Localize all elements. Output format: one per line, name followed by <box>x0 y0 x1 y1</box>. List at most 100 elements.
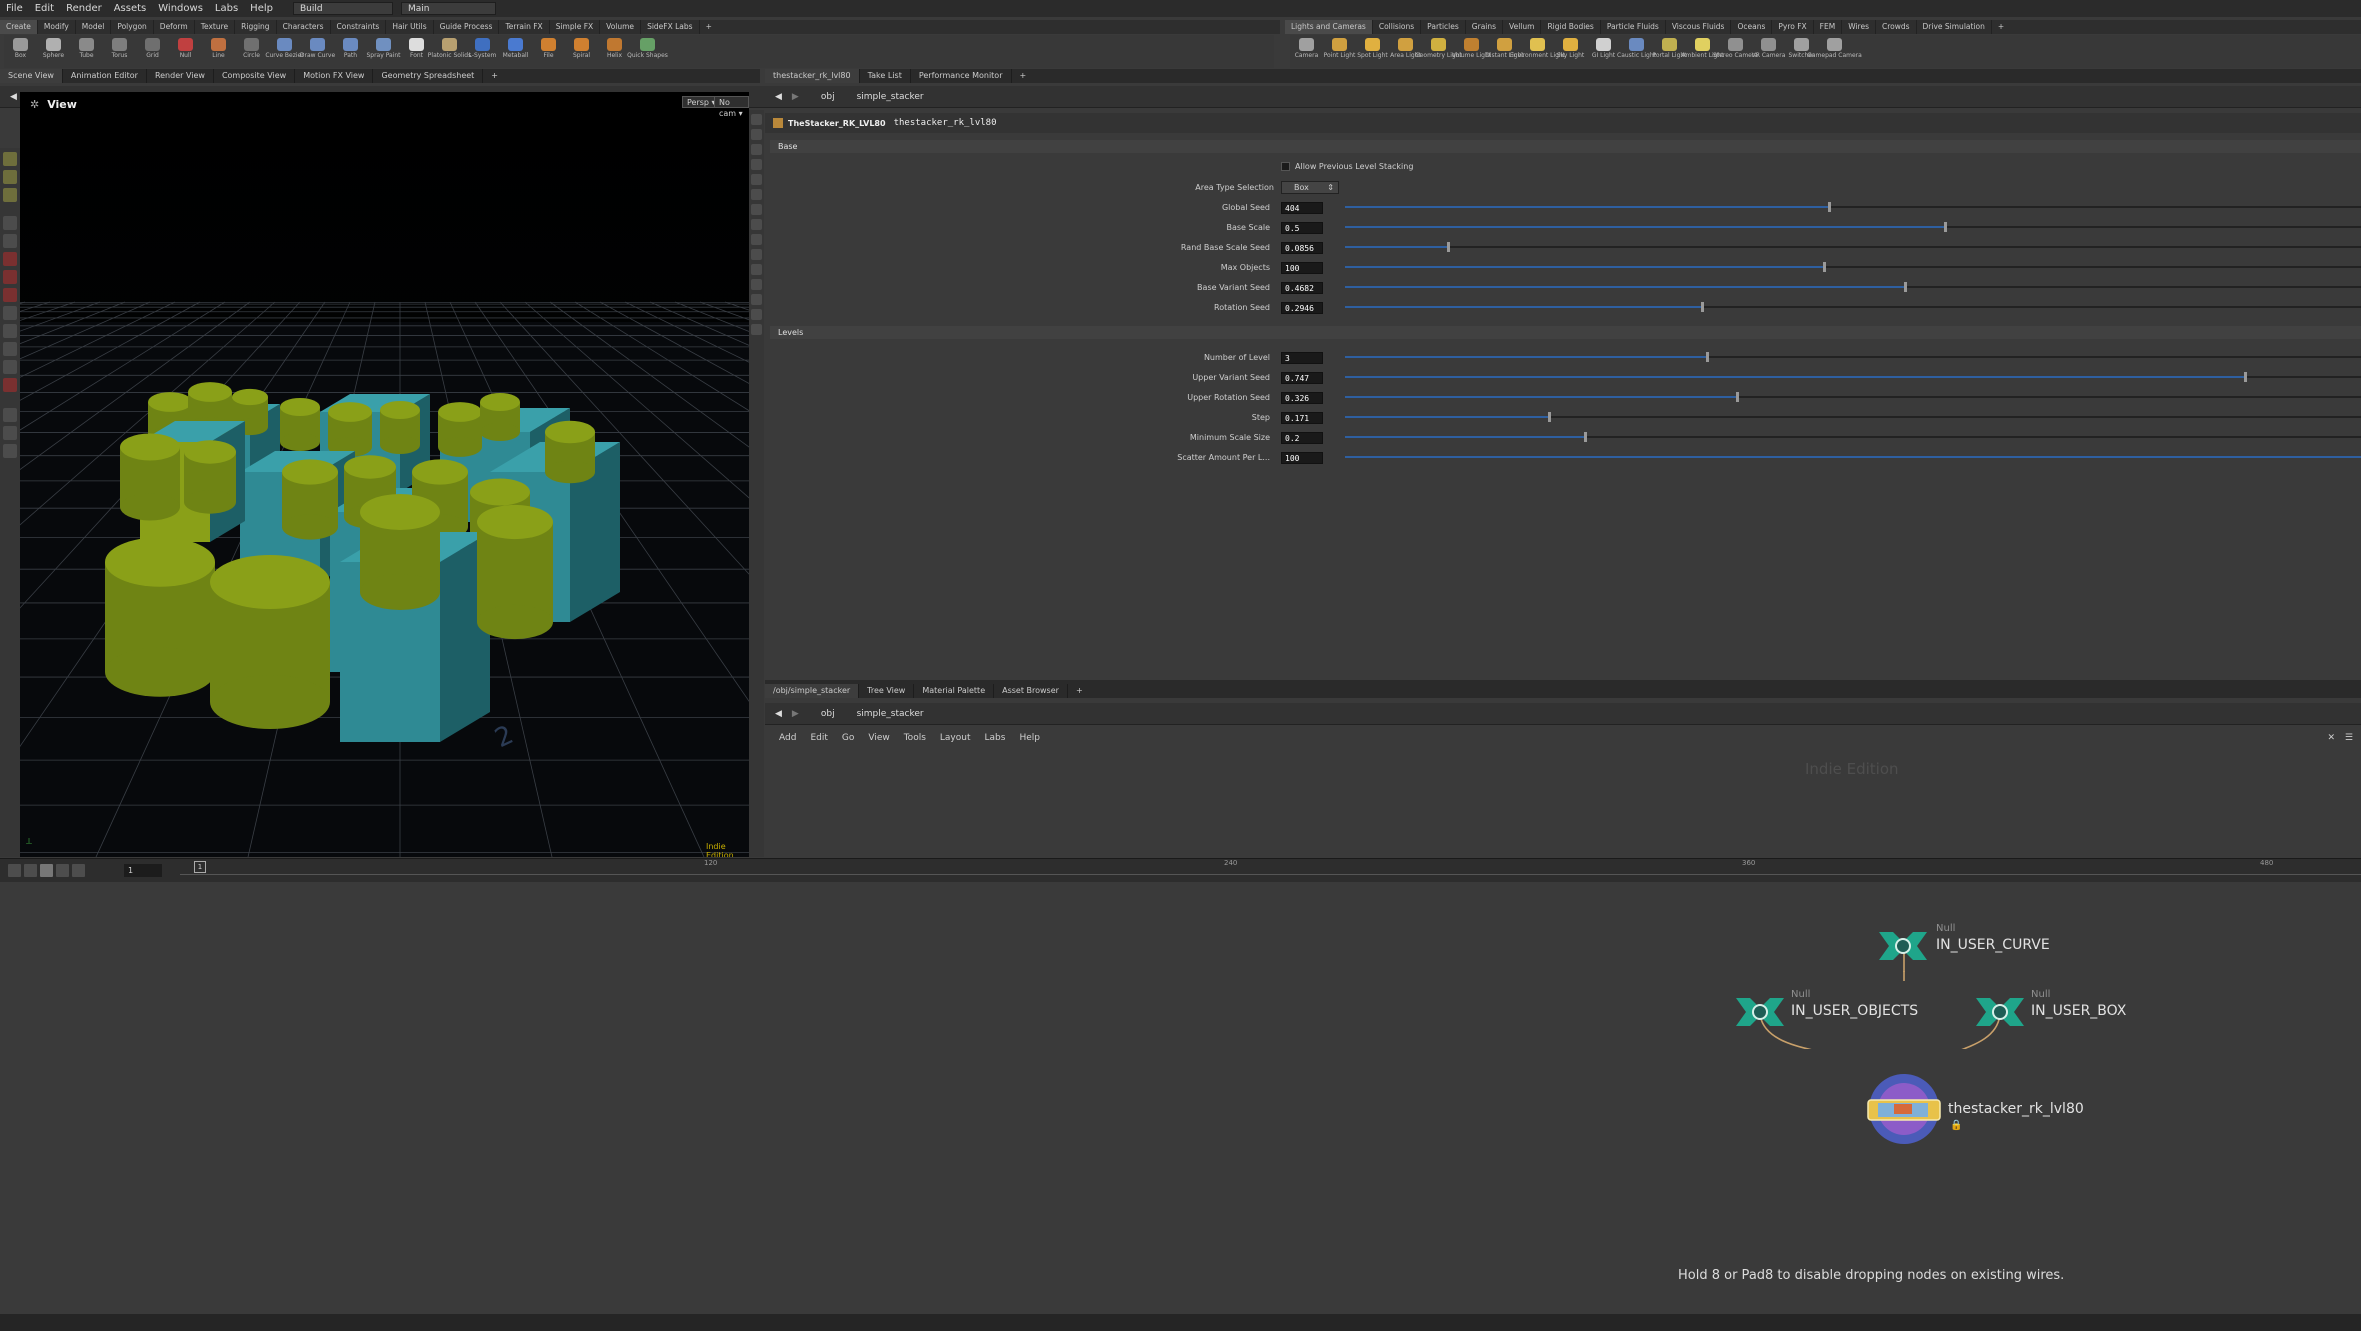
add-tab-icon[interactable]: + <box>1012 69 1035 83</box>
shelf-tab-create[interactable]: Create <box>0 20 38 34</box>
shelf-tab[interactable]: Polygon <box>111 20 154 34</box>
shelf-tool[interactable]: Draw Curve <box>300 35 335 59</box>
menu-file[interactable]: File <box>0 3 29 14</box>
net-menu-go[interactable]: Go <box>842 733 854 743</box>
shelf-tab[interactable]: Guide Process <box>434 20 500 34</box>
levels-section-header[interactable]: Levels <box>770 326 2361 339</box>
shelf-tool[interactable]: Volume Light <box>1452 35 1491 59</box>
allow-stacking-toggle[interactable]: Allow Previous Level Stacking <box>1281 162 1413 171</box>
shelf-tab[interactable]: Drive Simulation <box>1917 20 1992 34</box>
shelf-tool[interactable]: Metaball <box>499 35 532 59</box>
net-menu-view[interactable]: View <box>868 733 889 743</box>
parm-value-field[interactable]: 0.747 <box>1281 371 1323 384</box>
allow-stacking-checkbox[interactable] <box>1281 162 1290 171</box>
scale-tool-icon[interactable] <box>3 342 17 356</box>
parm-value-field[interactable]: 0.2946 <box>1281 301 1323 314</box>
frame-field[interactable]: 1 <box>124 864 162 877</box>
menu-windows[interactable]: Windows <box>152 3 209 14</box>
tab-composite-view[interactable]: Composite View <box>214 69 296 83</box>
shelf-tab[interactable]: Simple FX <box>550 20 601 34</box>
shelf-tab[interactable]: Wires <box>1842 20 1876 34</box>
shelf-tab[interactable]: FEM <box>1814 20 1843 34</box>
shelf-tab[interactable]: Characters <box>277 20 331 34</box>
shelf-tab[interactable]: Modify <box>38 20 76 34</box>
base-section-header[interactable]: Base <box>770 140 2361 153</box>
context-dropdown[interactable]: Main <box>400 2 496 15</box>
shelf-tool[interactable]: Helix <box>598 35 631 59</box>
menu-edit[interactable]: Edit <box>29 3 60 14</box>
path-simple-stacker[interactable]: simple_stacker <box>857 709 924 719</box>
slider-knob[interactable] <box>1548 412 1552 422</box>
add-tab-icon[interactable]: + <box>1068 684 1091 698</box>
parm-slider[interactable] <box>1345 372 2361 382</box>
node-in-user-objects[interactable]: Null IN_USER_OBJECTS <box>1733 987 1918 1040</box>
shelf-tab[interactable]: Deform <box>154 20 195 34</box>
tab-geometry-spreadsheet[interactable]: Geometry Spreadsheet <box>373 69 484 83</box>
tab-asset-browser[interactable]: Asset Browser <box>994 684 1068 698</box>
3d-viewport[interactable]: ✲ View Persp ▾ No cam ▾ 2 Indie Edition ⟂ <box>20 92 749 857</box>
shadow-icon[interactable] <box>751 189 762 200</box>
shelf-tab[interactable]: Model <box>76 20 112 34</box>
camera-icon[interactable] <box>3 444 17 458</box>
shelf-tool[interactable]: Sphere <box>37 35 70 59</box>
slider-knob[interactable] <box>1822 262 1826 272</box>
tab-node-params[interactable]: thestacker_rk_lvl80 <box>765 69 860 83</box>
skip-start-icon[interactable] <box>8 864 21 877</box>
magnet-icon[interactable] <box>3 378 17 392</box>
menu-labs[interactable]: Labs <box>209 3 244 14</box>
parm-slider[interactable] <box>1345 352 2361 362</box>
shelf-tab[interactable]: Constraints <box>331 20 387 34</box>
parm-slider[interactable] <box>1345 262 2361 272</box>
slider-knob[interactable] <box>1827 202 1831 212</box>
menu-render[interactable]: Render <box>60 3 108 14</box>
shelf-tool[interactable]: Spray Paint <box>366 35 401 59</box>
tab-animation-editor[interactable]: Animation Editor <box>63 69 147 83</box>
slider-knob[interactable] <box>1705 352 1709 362</box>
select-prims-icon[interactable] <box>3 288 17 302</box>
shelf-tool[interactable]: Null <box>169 35 202 59</box>
shelf-tab[interactable]: Crowds <box>1876 20 1917 34</box>
parm-slider[interactable] <box>1345 456 2361 458</box>
shelf-tool[interactable]: GI Light <box>1587 35 1620 59</box>
rotate-tool-icon[interactable] <box>3 324 17 338</box>
snapshot-icon[interactable] <box>751 204 762 215</box>
shelf-tool[interactable]: Spiral <box>565 35 598 59</box>
pointer-tool-icon[interactable] <box>3 216 17 230</box>
shelf-tool[interactable]: Path <box>334 35 367 59</box>
shelf-tool[interactable]: L-System <box>466 35 499 59</box>
shelf-tool[interactable]: Spot Light <box>1356 35 1389 59</box>
shelf-tab[interactable]: Pyro FX <box>1772 20 1814 34</box>
transform-tool-icon[interactable] <box>3 170 17 184</box>
shelf-tool[interactable]: Camera <box>1290 35 1323 59</box>
slider-knob[interactable] <box>1903 282 1907 292</box>
shelf-tool[interactable]: Tube <box>70 35 103 59</box>
back-arrow-icon[interactable]: ◀ <box>10 92 17 102</box>
lock-icon[interactable] <box>3 234 17 248</box>
parm-slider[interactable] <box>1345 432 2361 442</box>
render-region-icon[interactable] <box>3 426 17 440</box>
select-tool-icon[interactable] <box>3 152 17 166</box>
parm-value-field[interactable]: 404 <box>1281 201 1323 214</box>
visibility-icon[interactable] <box>751 144 762 155</box>
parm-slider[interactable] <box>1345 412 2361 422</box>
net-menu-layout[interactable]: Layout <box>940 733 971 743</box>
area-type-select[interactable]: Box ⇕ <box>1281 181 1339 194</box>
parm-slider[interactable] <box>1345 282 2361 292</box>
shelf-tool[interactable]: File <box>532 35 565 59</box>
path-obj[interactable]: obj <box>821 709 835 719</box>
list-icon[interactable]: ☰ <box>2345 733 2353 743</box>
shelf-tab[interactable]: Hair Utils <box>386 20 434 34</box>
shelf-tool[interactable]: Gamepad Camera <box>1807 35 1862 59</box>
slider-knob[interactable] <box>2244 372 2248 382</box>
add-shelf-tab-icon[interactable]: + <box>1992 20 2010 34</box>
parm-slider[interactable] <box>1345 242 2361 252</box>
net-menu-help[interactable]: Help <box>1019 733 1040 743</box>
display-icon[interactable] <box>751 114 762 125</box>
node-in-user-box[interactable]: Null IN_USER_BOX <box>1973 987 2126 1040</box>
snap-icon[interactable] <box>3 360 17 374</box>
shelf-tab[interactable]: Viscous Fluids <box>1666 20 1732 34</box>
tab-tree-view[interactable]: Tree View <box>859 684 915 698</box>
shelf-tab[interactable]: Oceans <box>1731 20 1773 34</box>
shelf-tab[interactable]: Texture <box>195 20 236 34</box>
slider-knob[interactable] <box>1446 242 1450 252</box>
